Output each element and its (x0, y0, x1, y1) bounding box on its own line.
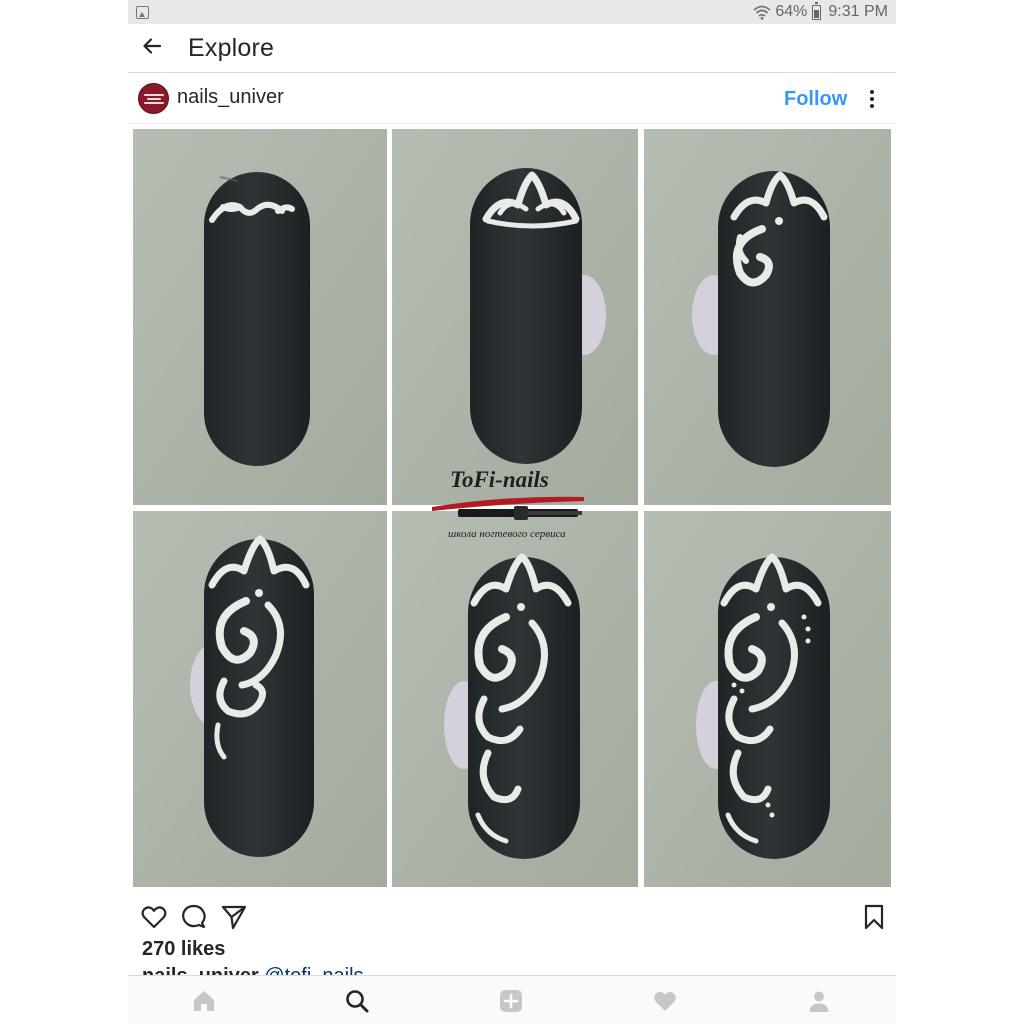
comment-icon[interactable] (180, 903, 208, 931)
clock: 9:31 PM (828, 3, 888, 20)
step-3-panel (644, 129, 891, 505)
avatar[interactable] (138, 83, 169, 114)
profile-icon[interactable] (806, 988, 832, 1014)
bookmark-icon[interactable] (860, 903, 888, 931)
more-vertical-icon[interactable] (866, 88, 878, 110)
post-header: nails_univer Follow (128, 74, 896, 124)
post-username[interactable]: nails_univer (177, 86, 284, 109)
battery-icon (812, 1, 822, 20)
status-left (136, 5, 149, 19)
heart-icon[interactable] (652, 988, 678, 1014)
follow-button[interactable]: Follow (784, 88, 847, 111)
status-right: 64% 9:31 PM (753, 1, 888, 21)
add-icon[interactable] (498, 988, 524, 1014)
arrow-left-icon[interactable] (140, 34, 164, 58)
step-5-panel (392, 511, 638, 887)
gallery-notification-icon (136, 5, 149, 19)
battery-percent: 64% (775, 3, 808, 20)
wifi-icon (753, 5, 771, 20)
app-bar: Explore (128, 24, 896, 73)
post-actions (128, 895, 896, 939)
brand-tagline: школа ногтевого сервиса (448, 528, 566, 540)
heart-outline-icon[interactable] (140, 903, 168, 931)
step-2-panel (392, 129, 638, 505)
likes-count[interactable]: 270 likes (142, 938, 225, 961)
bottom-nav (128, 975, 896, 1024)
nail-tutorial-image: ToFi-nails школа ногтевого сервиса (133, 129, 891, 887)
paper-plane-icon[interactable] (220, 903, 248, 931)
brand-name: ToFi-nails (450, 467, 549, 492)
step-1-panel (133, 129, 387, 505)
home-icon[interactable] (191, 988, 217, 1014)
step-6-panel (644, 511, 891, 887)
step-4-panel (133, 511, 387, 887)
post-photo[interactable]: ToFi-nails школа ногтевого сервиса (128, 125, 896, 893)
search-icon[interactable] (344, 988, 370, 1014)
status-bar: 64% 9:31 PM (128, 0, 896, 24)
page-title: Explore (188, 34, 275, 62)
phone-screen: 64% 9:31 PM Explore nails_univer Follow (128, 0, 896, 1024)
